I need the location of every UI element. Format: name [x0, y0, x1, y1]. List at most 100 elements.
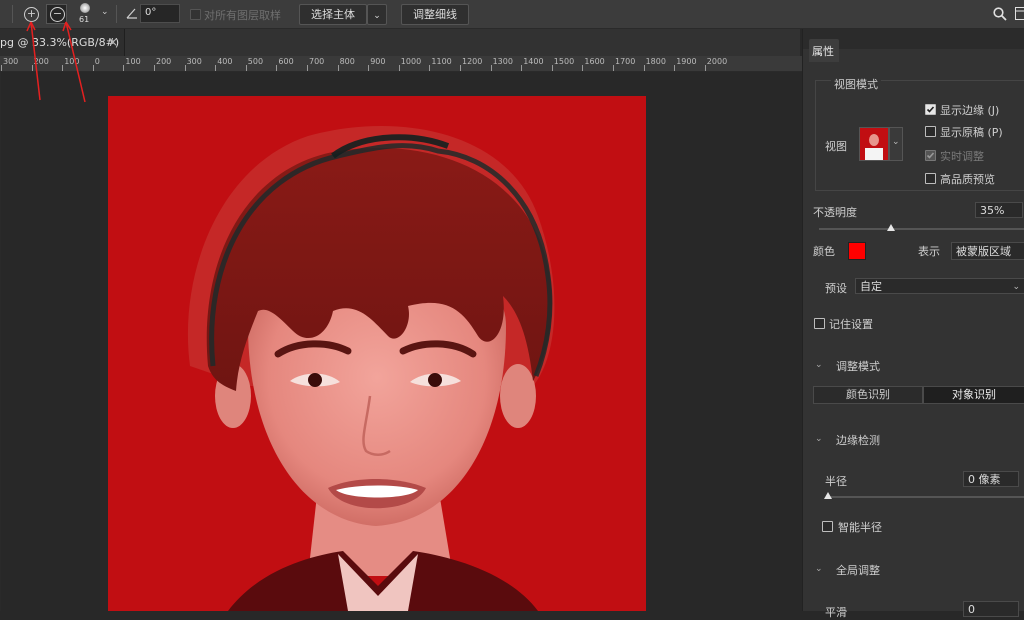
- realtime-adjust-label: 实时调整: [940, 148, 984, 164]
- remember-settings-label: 记住设置: [829, 316, 873, 332]
- properties-panel: 属性 视图模式 视图 ⌄ 显示边缘 (J) 显示原稿 (P) 实时调整 高品质预…: [802, 29, 1024, 611]
- ruler-label: 2000: [707, 57, 727, 66]
- ruler-label: 1400: [523, 57, 543, 66]
- ruler-tick: [246, 65, 247, 71]
- view-mode-section-label: 视图模式: [831, 76, 881, 92]
- edge-detection-chevron-icon[interactable]: ⌄: [815, 434, 823, 444]
- opacity-field[interactable]: 35%: [975, 202, 1023, 218]
- ruler-label: 1700: [615, 57, 635, 66]
- object-recognition-label: 对象识别: [952, 388, 996, 401]
- ruler-tick: [674, 65, 675, 71]
- hq-preview-checkbox[interactable]: [925, 173, 936, 184]
- ruler-tick: [460, 65, 461, 71]
- ruler-label: 100: [125, 57, 140, 66]
- document-canvas[interactable]: [108, 96, 646, 611]
- radius-slider-track[interactable]: [827, 496, 1024, 498]
- properties-tab-label: 属性: [812, 43, 834, 59]
- ruler-label: 400: [217, 57, 232, 66]
- preset-select-value: 自定: [860, 280, 882, 293]
- sample-all-layers-label: 对所有图层取样: [204, 7, 281, 23]
- ruler-label: 1600: [584, 57, 604, 66]
- ruler-tick: [123, 65, 124, 71]
- ruler-tick: [338, 65, 339, 71]
- ruler-label: 1100: [431, 57, 451, 66]
- smooth-field[interactable]: 0: [963, 601, 1019, 617]
- ruler-label: 1300: [493, 57, 513, 66]
- angle-value: 0°: [145, 7, 156, 18]
- color-recognition-button[interactable]: 颜色识别: [813, 386, 923, 404]
- radius-label: 半径: [825, 473, 847, 489]
- global-adjust-section-label: 全局调整: [836, 562, 880, 578]
- angle-icon: [126, 7, 138, 19]
- chevron-down-icon: ⌄: [373, 11, 381, 21]
- global-adjust-chevron-icon[interactable]: ⌄: [815, 564, 823, 574]
- ruler-tick: [644, 65, 645, 71]
- adjust-mode-section-label: 调整模式: [836, 358, 880, 374]
- properties-tab[interactable]: 属性: [809, 39, 839, 62]
- remember-settings-checkbox[interactable]: [814, 318, 825, 329]
- adjust-mode-chevron-icon[interactable]: ⌄: [815, 360, 823, 370]
- view-thumbnail[interactable]: [859, 127, 889, 161]
- thumbnail-face: [869, 134, 879, 146]
- search-icon[interactable]: [993, 7, 1007, 21]
- realtime-adjust-checkbox: [925, 150, 936, 161]
- horizontal-ruler: 3002001000100200300400500600700800900100…: [0, 56, 802, 72]
- overlay-color-swatch[interactable]: [848, 242, 866, 260]
- opacity-slider-track[interactable]: [819, 228, 1024, 230]
- object-recognition-button[interactable]: 对象识别: [923, 386, 1024, 404]
- show-edge-checkbox[interactable]: [925, 104, 936, 115]
- ruler-label: 200: [156, 57, 171, 66]
- thumbnail-shirt: [865, 148, 883, 160]
- ruler-tick: [154, 65, 155, 71]
- show-original-label: 显示原稿 (P): [940, 124, 1003, 140]
- ruler-label: 1900: [676, 57, 696, 66]
- ruler-label: 1800: [646, 57, 666, 66]
- refine-edge-button[interactable]: 调整细线: [401, 4, 469, 25]
- sample-all-layers-checkbox[interactable]: [190, 9, 201, 20]
- ruler-tick: [613, 65, 614, 71]
- opacity-slider-thumb[interactable]: [887, 224, 895, 231]
- ruler-tick: [307, 65, 308, 71]
- view-dropdown[interactable]: ⌄: [889, 127, 903, 161]
- color-recognition-label: 颜色识别: [846, 388, 890, 401]
- ruler-label: 700: [309, 57, 324, 66]
- edge-detection-section-label: 边缘检测: [836, 432, 880, 448]
- radius-field[interactable]: 0 像素: [963, 471, 1019, 487]
- angle-field[interactable]: 0°: [140, 4, 180, 23]
- ruler-tick: [368, 65, 369, 71]
- view-label: 视图: [825, 138, 847, 154]
- ruler-label: 1200: [462, 57, 482, 66]
- smart-radius-label: 智能半径: [838, 519, 882, 535]
- vertical-ruler-gap: [0, 71, 1, 611]
- smart-radius-checkbox[interactable]: [822, 521, 833, 532]
- radius-slider-thumb[interactable]: [824, 492, 832, 499]
- ruler-tick: [491, 65, 492, 71]
- color-label: 颜色: [813, 243, 835, 259]
- options-bar: + − 61 ⌄ 0° 对所有图层取样 选择主体 ⌄ 调整细线: [0, 0, 1024, 29]
- annotation-arrows: [0, 0, 120, 110]
- ruler-label: 300: [187, 57, 202, 66]
- chevron-down-icon: ⌄: [1012, 279, 1020, 295]
- ruler-label: 1500: [554, 57, 574, 66]
- display-select[interactable]: 被蒙版区域: [951, 242, 1024, 260]
- chevron-down-icon: ⌄: [892, 137, 900, 147]
- select-subject-button[interactable]: 选择主体: [299, 4, 367, 25]
- portrait-photo: [108, 96, 646, 611]
- preset-select[interactable]: 自定 ⌄: [855, 278, 1024, 294]
- show-edge-label: 显示边缘 (J): [940, 102, 999, 118]
- ruler-tick: [215, 65, 216, 71]
- ruler-tick: [429, 65, 430, 71]
- smooth-label: 平滑: [825, 604, 847, 620]
- ruler-tick: [185, 65, 186, 71]
- ruler-label: 800: [340, 57, 355, 66]
- select-subject-dropdown[interactable]: ⌄: [367, 4, 387, 25]
- display-select-value: 被蒙版区域: [956, 245, 1011, 258]
- ruler-tick: [399, 65, 400, 71]
- show-original-checkbox[interactable]: [925, 126, 936, 137]
- checkmark-icon: [926, 151, 935, 160]
- ruler-tick: [705, 65, 706, 71]
- checkmark-icon: [926, 105, 935, 114]
- workspace-icon[interactable]: [1015, 7, 1024, 21]
- preset-label: 预设: [825, 280, 847, 296]
- ruler-label: 600: [278, 57, 293, 66]
